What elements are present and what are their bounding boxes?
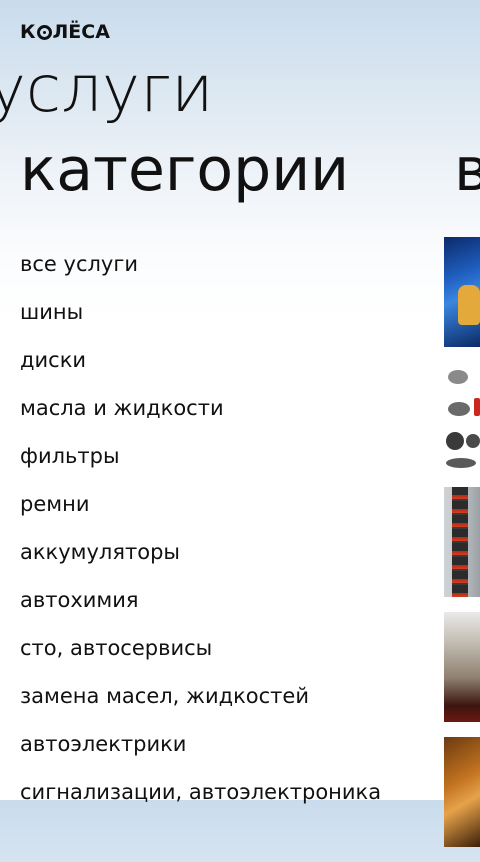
car-part-icon: [448, 402, 470, 416]
category-item-filters[interactable]: фильтры: [20, 432, 381, 480]
category-item-belts[interactable]: ремни: [20, 480, 381, 528]
category-item-alarms-electronics[interactable]: сигнализации, автоэлектроника: [20, 768, 381, 816]
category-item-wheels[interactable]: диски: [20, 336, 381, 384]
car-part-icon: [474, 398, 480, 416]
category-item-service-stations[interactable]: сто, автосервисы: [20, 624, 381, 672]
category-item-car-chemicals[interactable]: автохимия: [20, 576, 381, 624]
thumbnail-image[interactable]: [444, 612, 480, 722]
thumbnail-image[interactable]: [444, 362, 480, 472]
logo-text-start: К: [20, 21, 36, 43]
thumbnail-image[interactable]: [444, 737, 480, 847]
pivot-header-next[interactable]: в: [454, 132, 480, 208]
category-item-batteries[interactable]: аккумуляторы: [20, 528, 381, 576]
category-item-tires[interactable]: шины: [20, 288, 381, 336]
category-item-all-services[interactable]: все услуги: [20, 240, 381, 288]
car-part-icon: [446, 432, 464, 450]
panorama-title: услуги: [0, 53, 214, 127]
thumbnail-image[interactable]: [444, 237, 480, 347]
category-item-oils-fluids[interactable]: масла и жидкости: [20, 384, 381, 432]
category-list: все услуги шины диски масла и жидкости ф…: [20, 240, 381, 816]
next-pivot-thumbnails: [444, 237, 480, 862]
category-item-oil-change[interactable]: замена масел, жидкостей: [20, 672, 381, 720]
pivot-header-categories[interactable]: категории: [20, 132, 349, 208]
wheel-icon: [36, 24, 52, 40]
car-part-icon: [448, 370, 468, 384]
car-part-icon: [466, 434, 480, 448]
logo-text-end: ЛЁСА: [52, 21, 110, 43]
category-item-auto-electricians[interactable]: автоэлектрики: [20, 720, 381, 768]
thumbnail-image[interactable]: [444, 487, 480, 597]
app-logo: К ЛЁСА: [20, 20, 110, 44]
car-part-icon: [446, 458, 476, 468]
